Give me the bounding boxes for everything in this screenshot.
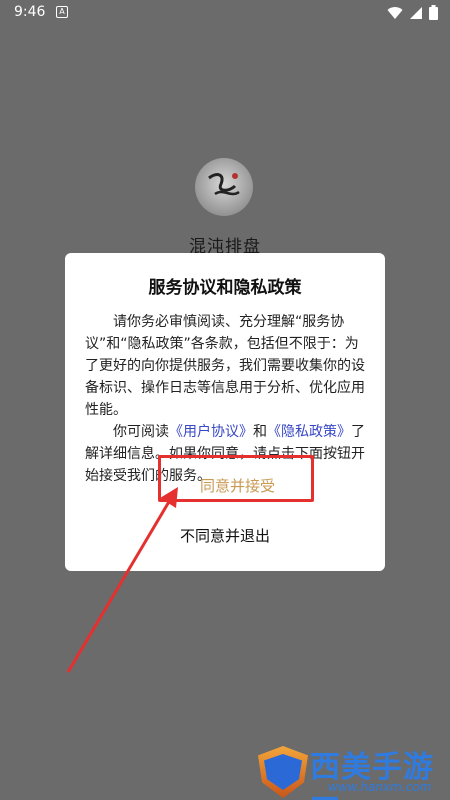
wifi-icon bbox=[387, 6, 403, 19]
app-logo-icon bbox=[195, 158, 253, 216]
signal-icon bbox=[410, 6, 422, 19]
status-time: 9:46 bbox=[14, 4, 46, 20]
watermark: 西美手游网 www.hanxm.com bbox=[248, 740, 448, 800]
privacy-policy-link[interactable]: 《隐私政策》 bbox=[267, 424, 351, 440]
app-logo-calligraphy-icon bbox=[208, 173, 240, 196]
notification-icon: A bbox=[56, 6, 68, 18]
dialog-title: 服务协议和隐私政策 bbox=[148, 278, 302, 298]
status-bar: 9:46 A bbox=[0, 0, 450, 26]
and-text: 和 bbox=[253, 424, 267, 440]
dialog-paragraph-1: 请你务必审慎阅读、充分理解“服务协议”和“隐私政策”各条款，包括但不限于：为了更… bbox=[85, 314, 365, 418]
paragraph-2-prefix: 你可阅读 bbox=[113, 424, 169, 440]
battery-icon bbox=[429, 5, 438, 20]
disagree-exit-button[interactable]: 不同意并退出 bbox=[65, 525, 385, 546]
gamepad-shield-icon bbox=[258, 746, 308, 798]
privacy-dialog: 服务协议和隐私政策 请你务必审慎阅读、充分理解“服务协议”和“隐私政策”各条款，… bbox=[65, 253, 385, 571]
annotation-highlight-box bbox=[158, 455, 314, 502]
user-agreement-link[interactable]: 《用户协议》 bbox=[169, 424, 253, 440]
status-icons bbox=[387, 5, 438, 20]
watermark-url: www.hanxm.com bbox=[328, 780, 432, 794]
